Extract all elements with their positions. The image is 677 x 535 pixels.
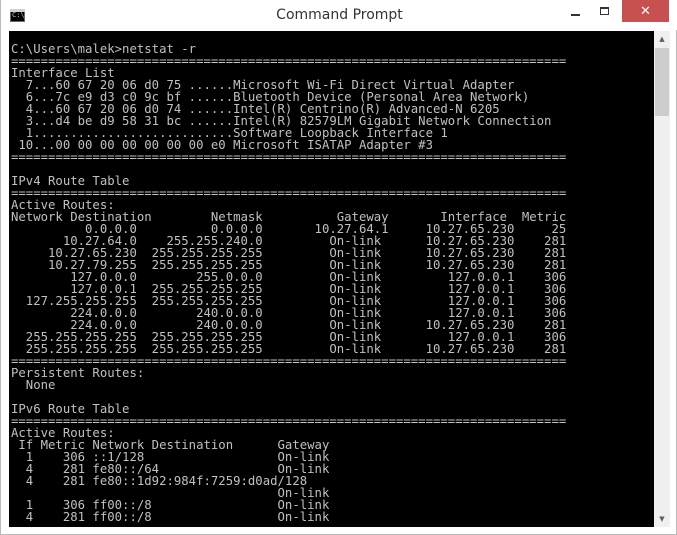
close-button[interactable]: ✕ [622,0,669,22]
console-line: Persistent Routes: [11,366,145,380]
minimize-icon [571,14,580,16]
minimize-button[interactable] [562,0,589,22]
console-line: 4 281 ff00::/8 On-link [11,510,330,524]
command-prompt-window: C:\ Command Prompt ✕ C:\Users\malek>nets… [0,0,677,535]
console-output[interactable]: C:\Users\malek>netstat -r ===============… [9,31,654,527]
console-line: None [11,378,56,392]
scroll-up-icon[interactable]: ▲ [654,31,670,47]
scroll-thumb[interactable] [655,48,669,116]
title-bar[interactable]: C:\ Command Prompt ✕ [1,0,677,30]
console-line: ========================================… [11,150,567,164]
maximize-button[interactable] [591,0,618,22]
maximize-icon [600,7,609,15]
close-icon: ✕ [640,3,651,19]
scroll-down-icon[interactable]: ▼ [654,511,670,527]
vertical-scrollbar[interactable]: ▲ ▼ [654,31,670,527]
console-text: C:\Users\malek>netstat -r ===============… [11,43,566,523]
